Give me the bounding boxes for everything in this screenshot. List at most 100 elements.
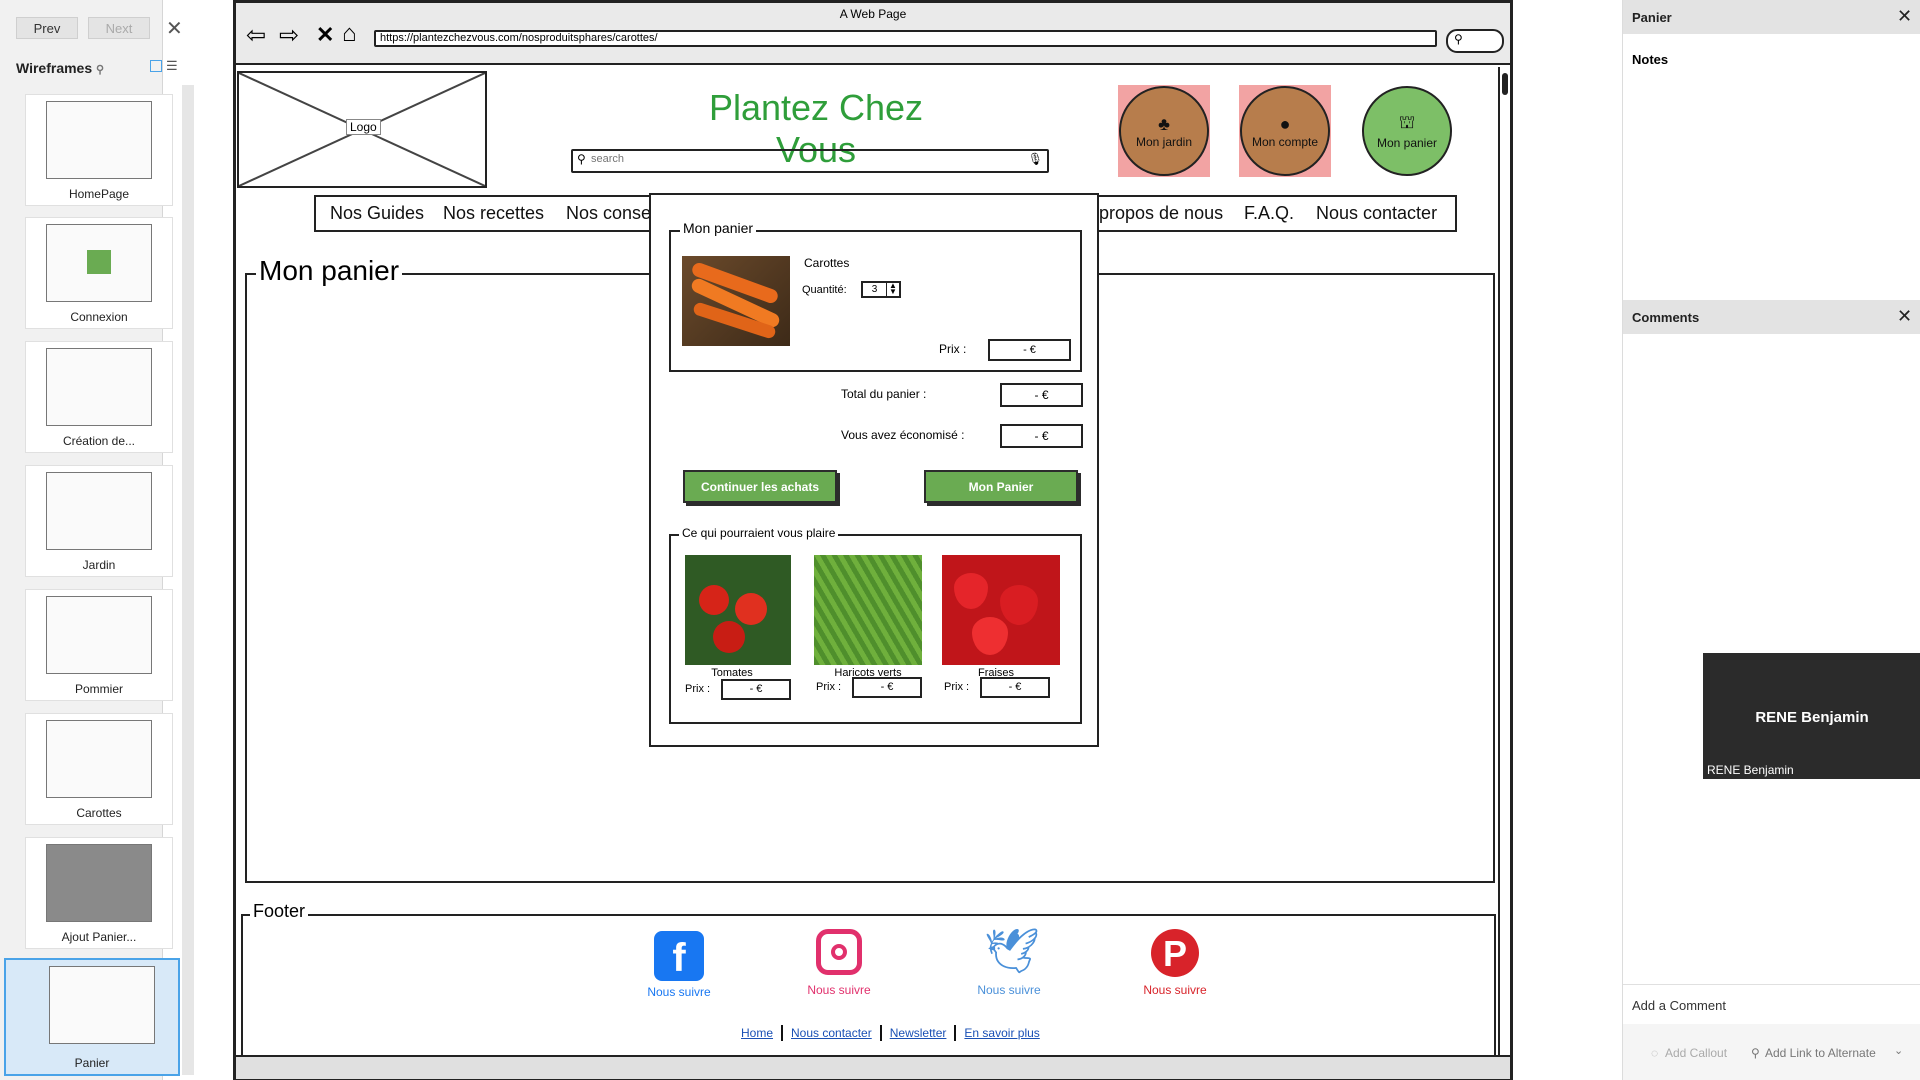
comments-header: Comments ✕	[1623, 300, 1920, 334]
link-icon: ⚲	[96, 64, 105, 76]
suggestion-price-haricots: - €	[852, 677, 922, 698]
nav-nos-conseils[interactable]: Nos conse	[566, 203, 651, 224]
page-scrollbar[interactable]	[1498, 67, 1512, 1057]
close-icon[interactable]: ✕	[1897, 306, 1912, 327]
scrollbar[interactable]	[182, 85, 194, 1075]
logo-label: Logo	[346, 119, 381, 135]
close-icon[interactable]: ✕	[166, 16, 183, 41]
mon-panier-cta-button[interactable]: Mon Panier	[924, 470, 1078, 503]
footer-title: Footer	[250, 901, 309, 922]
suggestion-price-label: Prix :	[816, 681, 842, 693]
footer-link-newsletter[interactable]: Newsletter	[890, 1026, 947, 1040]
mon-panier-label: Mon panier	[1376, 136, 1438, 150]
browser-statusbar	[236, 1055, 1510, 1079]
home-icon[interactable]: ⌂	[342, 20, 357, 48]
url-bar[interactable]: https://plantezchezvous.com/nosproduitsp…	[374, 30, 1437, 47]
twitter-icon[interactable]: 🕊	[984, 925, 1040, 977]
notes-label: Notes	[1632, 52, 1669, 67]
instagram-icon[interactable]	[816, 929, 862, 975]
forward-arrow-icon[interactable]: ⇨	[279, 21, 299, 50]
wireframe-thumb-creation[interactable]: Création de...	[25, 341, 173, 453]
twitter-label[interactable]: Nous suivre	[961, 983, 1057, 997]
product-name: Carottes	[804, 256, 850, 270]
link-icon: ⚲	[1751, 1046, 1760, 1060]
suggestion-price-label: Prix :	[685, 683, 711, 695]
cart-popup: Mon panier Carottes Quantité: 3 ▲ ▼ Prix …	[649, 193, 1099, 747]
strawberries-image	[942, 555, 1060, 665]
facebook-icon[interactable]: f	[654, 931, 704, 981]
carrots-image	[682, 256, 790, 346]
add-callout-button[interactable]: Add Callout	[1665, 1046, 1727, 1060]
wireframe-thumb-panier[interactable]: Panier	[4, 958, 180, 1076]
basket-icon: ⛫	[1398, 112, 1416, 132]
search-icon: ⚲	[577, 152, 586, 166]
microphone-icon[interactable]: 🎙	[1028, 152, 1043, 166]
mon-jardin-button[interactable]: ♣ Mon jardin	[1119, 86, 1209, 176]
wireframes-title: Wireframes ⚲	[16, 60, 105, 76]
nav-nos-recettes[interactable]: Nos recettes	[443, 203, 544, 224]
nav-faq[interactable]: F.A.Q.	[1244, 203, 1294, 224]
facebook-label[interactable]: Nous suivre	[631, 985, 727, 999]
wireframe-thumb-connexion[interactable]: Connexion	[25, 217, 173, 329]
instagram-label[interactable]: Nous suivre	[791, 983, 887, 997]
list-view-icon[interactable]: ☰	[166, 58, 178, 74]
stepper-arrows-icon[interactable]: ▲ ▼	[886, 282, 899, 296]
quantity-value: 3	[871, 284, 878, 295]
site-search[interactable]: ⚲ 🎙	[571, 149, 1049, 173]
add-link-button[interactable]: Add Link to Alternate	[1765, 1046, 1876, 1060]
chevron-down-icon[interactable]: ⌄	[1894, 1044, 1903, 1057]
pinterest-icon[interactable]: P	[1151, 929, 1199, 977]
footer-link-home[interactable]: Home	[741, 1026, 773, 1040]
nav-nos-guides[interactable]: Nos Guides	[330, 203, 424, 224]
search-input[interactable]	[591, 151, 1021, 167]
panel-header: Panier ✕	[1623, 0, 1920, 34]
nav-nous-contacter[interactable]: Nous contacter	[1316, 203, 1437, 224]
browser-title: A Web Page	[839, 7, 907, 21]
green-beans-image	[814, 555, 922, 665]
mon-compte-button[interactable]: ● Mon compte	[1240, 86, 1330, 176]
price-label: Prix :	[939, 342, 967, 356]
browser-toolbar: A Web Page ⇦ ⇨ ✕ ⌂ https://plantezchezvo…	[236, 3, 1510, 65]
main-heading: Mon panier	[256, 255, 403, 287]
suggestions-title: Ce qui pourraient vous plaire	[679, 526, 839, 540]
wireframe-thumb-ajout-panier[interactable]: Ajout Panier...	[25, 837, 173, 949]
search-icon: ⚲	[1454, 32, 1463, 46]
footer-link-contact[interactable]: Nous contacter	[791, 1026, 872, 1040]
user-tile-name: RENE Benjamin	[1755, 709, 1869, 726]
continue-shopping-button[interactable]: Continuer les achats	[683, 470, 837, 503]
wireframe-thumb-homepage[interactable]: HomePage	[25, 94, 173, 206]
pinterest-label[interactable]: Nous suivre	[1127, 983, 1223, 997]
stop-icon[interactable]: ✕	[316, 22, 334, 48]
wireframe-thumb-pommier[interactable]: Pommier	[25, 589, 173, 701]
mon-jardin-label: Mon jardin	[1135, 134, 1193, 149]
comments-title: Comments	[1632, 310, 1700, 325]
mon-panier-button[interactable]: ⛫ Mon panier	[1362, 86, 1452, 176]
browser-window: A Web Page ⇦ ⇨ ✕ ⌂ https://plantezchezvo…	[233, 0, 1513, 1080]
add-comment-input[interactable]: Add a Comment	[1632, 998, 1726, 1013]
price-field: - €	[988, 339, 1071, 361]
suggestion-price-label: Prix :	[944, 681, 970, 693]
callout-icon: ◌	[1651, 1046, 1659, 1060]
savings-field: - €	[1000, 424, 1083, 448]
suggestion-price-tomates: - €	[721, 679, 791, 700]
wireframe-thumb-jardin[interactable]: Jardin	[25, 465, 173, 577]
divider	[954, 1025, 957, 1041]
panel-title: Panier	[1632, 10, 1672, 25]
wireframe-thumb-carottes[interactable]: Carottes	[25, 713, 173, 825]
grid-view-icon[interactable]	[150, 60, 162, 72]
quantity-stepper[interactable]: 3 ▲ ▼	[861, 281, 901, 298]
browser-search[interactable]: ⚲	[1446, 29, 1504, 53]
next-button[interactable]: Next	[88, 17, 150, 39]
wireframes-panel: Prev Next ✕ Wireframes ⚲ ☰ HomePage Conn…	[0, 0, 194, 1080]
prev-button[interactable]: Prev	[16, 17, 78, 39]
back-arrow-icon[interactable]: ⇦	[246, 21, 266, 50]
footer-links: Home Nous contacter Newsletter En savoir…	[741, 1025, 1040, 1041]
nav-a-propos[interactable]: propos de nous	[1099, 203, 1223, 224]
total-field: - €	[1000, 383, 1083, 407]
footer-link-en-savoir-plus[interactable]: En savoir plus	[964, 1026, 1039, 1040]
total-label: Total du panier :	[841, 387, 927, 401]
mon-compte-label: Mon compte	[1251, 134, 1319, 149]
divider	[879, 1025, 882, 1041]
close-icon[interactable]: ✕	[1897, 6, 1912, 27]
properties-panel: Panier ✕ Notes Comments ✕ RENE Benjamin …	[1622, 0, 1920, 1080]
